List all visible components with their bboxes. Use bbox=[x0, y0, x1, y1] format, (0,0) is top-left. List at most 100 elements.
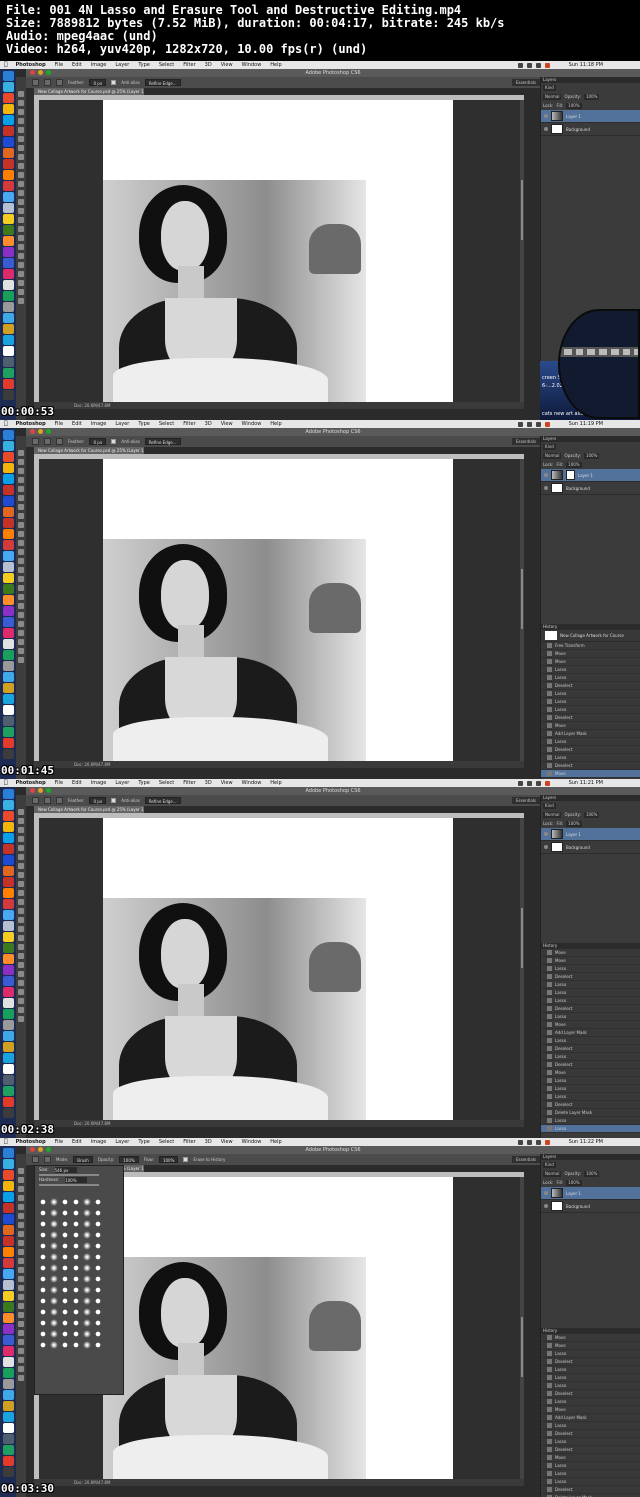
dock-app-icon[interactable] bbox=[2, 899, 14, 909]
tool-icon[interactable] bbox=[18, 172, 24, 178]
history-step[interactable]: Lasso bbox=[541, 674, 640, 682]
menu-item-layer[interactable]: Layer bbox=[115, 779, 129, 787]
tool-icon[interactable] bbox=[18, 271, 24, 277]
brush-tip[interactable] bbox=[39, 1341, 47, 1349]
history-step[interactable]: Deselect bbox=[541, 762, 640, 770]
apple-menu-icon[interactable]:  bbox=[4, 61, 8, 69]
dock-app-icon[interactable] bbox=[2, 844, 14, 854]
brush-tip[interactable] bbox=[83, 1264, 91, 1272]
brush-tip[interactable] bbox=[39, 1242, 47, 1250]
layer-fill-input[interactable]: 100% bbox=[566, 1179, 582, 1186]
tool-icon[interactable] bbox=[18, 262, 24, 268]
menu-item-view[interactable]: View bbox=[221, 779, 233, 787]
history-snapshot[interactable]: New Collage Artwork for Course bbox=[541, 630, 640, 642]
dock-app-icon[interactable] bbox=[2, 705, 14, 715]
tool-icon[interactable] bbox=[18, 872, 24, 878]
visibility-eye-icon[interactable] bbox=[544, 473, 548, 477]
tool-icon[interactable] bbox=[18, 1357, 24, 1363]
tool-icon[interactable] bbox=[18, 1330, 24, 1336]
tool-icon[interactable] bbox=[18, 118, 24, 124]
volume-icon[interactable] bbox=[536, 780, 541, 786]
brush-tip[interactable] bbox=[94, 1275, 102, 1283]
tool-icon[interactable] bbox=[18, 935, 24, 941]
tool-icon[interactable] bbox=[18, 253, 24, 259]
brush-tip[interactable] bbox=[94, 1308, 102, 1316]
dock-app-icon[interactable] bbox=[2, 1434, 14, 1444]
brush-hardness-input[interactable]: 100% bbox=[65, 1177, 88, 1183]
history-step[interactable]: Move bbox=[541, 1021, 640, 1029]
dock-app-icon[interactable] bbox=[2, 1031, 14, 1041]
eraser-tool-icon[interactable] bbox=[32, 1156, 39, 1163]
layer-row[interactable]: Layer 1 bbox=[541, 469, 640, 482]
tool-icon[interactable] bbox=[18, 513, 24, 519]
tool-icon[interactable] bbox=[18, 998, 24, 1004]
tool-icon[interactable] bbox=[18, 540, 24, 546]
layer-row[interactable]: Background bbox=[541, 482, 640, 495]
layer-row[interactable]: Layer 1 bbox=[541, 1187, 640, 1200]
brush-tip[interactable] bbox=[61, 1341, 69, 1349]
dock-app-icon[interactable] bbox=[2, 452, 14, 462]
kind-filter[interactable]: Kind bbox=[543, 443, 556, 450]
dock-app-icon[interactable] bbox=[2, 1203, 14, 1213]
brush-tip[interactable] bbox=[72, 1275, 80, 1283]
dock-app-icon[interactable] bbox=[2, 910, 14, 920]
brush-tip[interactable] bbox=[39, 1275, 47, 1283]
brush-tip[interactable] bbox=[50, 1253, 58, 1261]
scroll-thumb[interactable] bbox=[521, 180, 523, 240]
dock-app-icon[interactable] bbox=[2, 335, 14, 345]
dock-app-icon[interactable] bbox=[2, 943, 14, 953]
document-tab[interactable]: New Collage Artwork for Course.psd @ 25%… bbox=[34, 806, 144, 813]
menu-item-file[interactable]: File bbox=[55, 61, 63, 69]
tool-icon[interactable] bbox=[18, 477, 24, 483]
document-canvas-area[interactable] bbox=[39, 818, 523, 1120]
menu-item-window[interactable]: Window bbox=[242, 420, 262, 428]
brush-tip[interactable] bbox=[50, 1286, 58, 1294]
kind-filter[interactable]: Kind bbox=[543, 802, 556, 809]
anti-alias-checkbox[interactable] bbox=[111, 439, 117, 444]
history-step[interactable]: Lasso bbox=[541, 1093, 640, 1101]
dock-app-icon[interactable] bbox=[2, 551, 14, 561]
tool-icon[interactable] bbox=[18, 917, 24, 923]
tool-icon[interactable] bbox=[18, 450, 24, 456]
history-step[interactable]: Lasso bbox=[541, 1117, 640, 1125]
menu-item-3d[interactable]: 3D bbox=[205, 420, 212, 428]
history-step[interactable]: Move bbox=[541, 1406, 640, 1414]
wifi-icon[interactable] bbox=[518, 1139, 523, 1145]
tool-icon[interactable] bbox=[18, 244, 24, 250]
anti-alias-checkbox[interactable] bbox=[111, 80, 117, 85]
tool-icon[interactable] bbox=[18, 603, 24, 609]
menu-item-photoshop[interactable]: Photoshop bbox=[16, 61, 46, 69]
history-step[interactable]: Lasso bbox=[541, 1037, 640, 1045]
dock-app-icon[interactable] bbox=[2, 639, 14, 649]
history-step[interactable]: Deselect bbox=[541, 1430, 640, 1438]
tool-icon[interactable] bbox=[18, 818, 24, 824]
wifi-icon[interactable] bbox=[518, 780, 523, 786]
brush-tip[interactable] bbox=[94, 1297, 102, 1305]
workspace-select[interactable]: Essentials bbox=[511, 1156, 540, 1163]
tool-icon[interactable] bbox=[18, 549, 24, 555]
tool-icon[interactable] bbox=[18, 1267, 24, 1273]
menu-item-layer[interactable]: Layer bbox=[115, 420, 129, 428]
add-selection-icon[interactable] bbox=[56, 797, 63, 804]
brush-tip[interactable] bbox=[72, 1330, 80, 1338]
menu-item-select[interactable]: Select bbox=[159, 420, 174, 428]
tool-icon[interactable] bbox=[18, 926, 24, 932]
history-step[interactable]: Lasso bbox=[541, 981, 640, 989]
layer-opacity-input[interactable]: 100% bbox=[583, 93, 600, 100]
menu-item-help[interactable]: Help bbox=[270, 779, 281, 787]
kind-filter[interactable]: Kind bbox=[543, 1161, 556, 1168]
dock-app-icon[interactable] bbox=[2, 1170, 14, 1180]
history-step[interactable]: Deselect bbox=[541, 682, 640, 690]
menu-item-filter[interactable]: Filter bbox=[183, 1138, 195, 1146]
dock-app-icon[interactable] bbox=[2, 811, 14, 821]
brush-tip[interactable] bbox=[83, 1220, 91, 1228]
record-icon[interactable] bbox=[545, 62, 550, 68]
brush-tip[interactable] bbox=[61, 1209, 69, 1217]
dock-app-icon[interactable] bbox=[2, 540, 14, 550]
dock-app-icon[interactable] bbox=[2, 463, 14, 473]
trash-icon[interactable] bbox=[634, 349, 638, 355]
zoom-window-icon[interactable] bbox=[46, 70, 51, 75]
brush-tip[interactable] bbox=[50, 1242, 58, 1250]
layer-row[interactable]: Layer 1 bbox=[541, 828, 640, 841]
dock-app-icon[interactable] bbox=[2, 1302, 14, 1312]
